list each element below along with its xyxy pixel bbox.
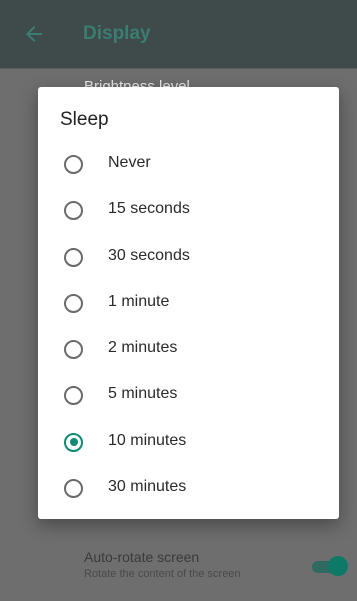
auto-rotate-subtitle: Rotate the content of the screen	[84, 568, 241, 580]
sleep-option-15-seconds[interactable]: 15 seconds	[38, 187, 339, 233]
arrow-back-icon[interactable]	[22, 22, 46, 46]
sleep-option-30-seconds[interactable]: 30 seconds	[38, 234, 339, 280]
sleep-option-1-minute[interactable]: 1 minute	[38, 280, 339, 326]
option-label: 5 minutes	[108, 385, 178, 403]
dialog-title: Sleep	[60, 109, 109, 130]
sleep-dialog: Sleep Never 15 seconds 30 seconds 1 minu…	[38, 87, 339, 519]
option-label: 10 minutes	[108, 431, 187, 449]
page-title: Display	[83, 23, 151, 44]
sleep-option-5-minutes[interactable]: 5 minutes	[38, 372, 339, 418]
radio-button[interactable]	[64, 155, 83, 174]
display-settings-screen: Display Brightness level Auto-rotate scr…	[0, 0, 357, 601]
radio-button[interactable]	[64, 479, 83, 499]
auto-rotate-setting[interactable]: Auto-rotate screen Rotate the content of…	[84, 548, 241, 582]
auto-rotate-title: Auto-rotate screen	[84, 549, 200, 565]
option-label: 30 seconds	[108, 246, 190, 264]
radio-button[interactable]	[64, 201, 83, 221]
radio-button-selected[interactable]	[64, 432, 83, 452]
sleep-options-list: Never 15 seconds 30 seconds 1 minute 2 m…	[38, 141, 339, 511]
option-label: Never	[108, 154, 151, 171]
sleep-option-30-minutes[interactable]: 30 minutes	[38, 465, 339, 511]
option-label: 2 minutes	[108, 339, 178, 357]
radio-button[interactable]	[64, 340, 83, 360]
option-label: 30 minutes	[108, 478, 187, 496]
auto-rotate-toggle[interactable]	[312, 556, 348, 576]
sleep-option-2-minutes[interactable]: 2 minutes	[38, 326, 339, 372]
option-label: 15 seconds	[108, 200, 190, 218]
radio-button[interactable]	[64, 386, 83, 406]
sleep-option-10-minutes[interactable]: 10 minutes	[38, 419, 339, 465]
divider	[0, 68, 357, 69]
option-label: 1 minute	[108, 292, 170, 310]
radio-button[interactable]	[64, 293, 83, 313]
toggle-thumb	[328, 556, 348, 576]
app-bar: Display	[0, 0, 357, 68]
radio-button[interactable]	[64, 247, 83, 267]
sleep-option-never[interactable]: Never	[38, 141, 339, 187]
